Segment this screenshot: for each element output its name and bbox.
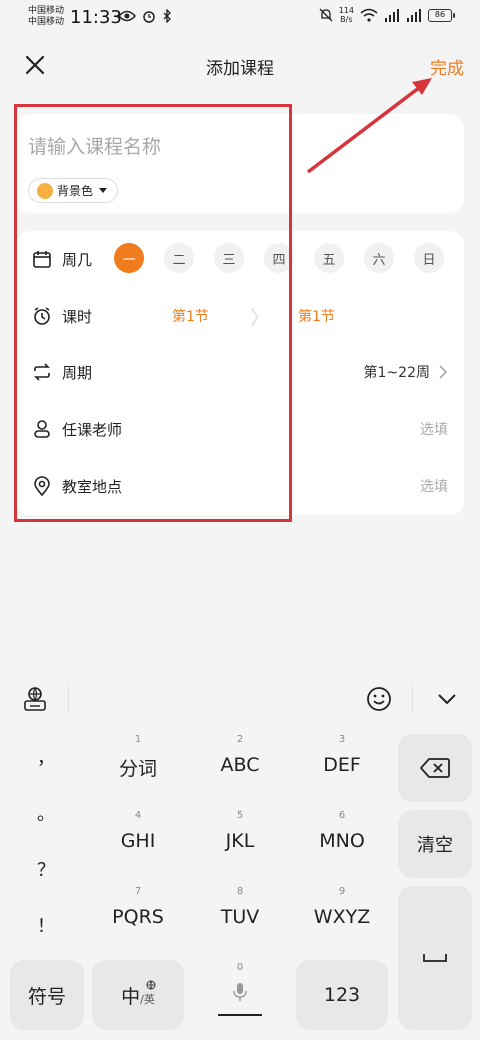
punct-exclaim-key[interactable]: ！ (24, 902, 68, 952)
chevron-right-icon (439, 365, 448, 379)
space-key[interactable]: 0 (194, 952, 286, 1030)
symbols-button[interactable]: 符号 (10, 960, 84, 1030)
key-8[interactable]: 8 TUV (194, 876, 286, 942)
key-label: MNO (319, 830, 365, 852)
key-label: GHI (120, 830, 156, 852)
punct-question-key[interactable]: ？ (24, 846, 68, 896)
key-num: 7 (134, 886, 142, 897)
toolbar-divider (68, 686, 69, 712)
clear-button[interactable]: 清空 (398, 810, 472, 878)
status-icons-right: 114 B/s 86 (319, 6, 455, 24)
bluetooth-icon (163, 9, 171, 23)
space-bar-line (218, 1014, 262, 1016)
toolbar-divider (412, 686, 413, 712)
status-time: 11:33 (70, 7, 122, 28)
enter-icon (423, 954, 447, 962)
key-num: 5 (236, 810, 244, 821)
alarm-icon (143, 11, 155, 23)
punct-comma-key[interactable]: ， (24, 734, 68, 784)
eye-icon (118, 10, 136, 22)
key-3[interactable]: 3 DEF (296, 724, 388, 790)
language-toggle-button[interactable]: 中 /英 (92, 960, 184, 1030)
enter-button[interactable] (398, 886, 472, 1030)
location-value[interactable]: 选填 (420, 476, 448, 496)
key-label: WXYZ (313, 906, 371, 928)
speed-unit: B/s (340, 15, 353, 24)
key-4[interactable]: 4 GHI (92, 800, 184, 866)
battery-indicator: 86 (428, 8, 455, 22)
page-title: 添加课程 (206, 59, 274, 79)
wifi-icon (360, 8, 378, 22)
key-num: 9 (338, 886, 346, 897)
key-6[interactable]: 6 MNO (296, 800, 388, 866)
key-num: 4 (134, 810, 142, 821)
network-speed: 114 B/s (339, 6, 354, 24)
microphone-icon (233, 983, 247, 1001)
key-label: PQRS (112, 906, 164, 928)
key-label: DEF (323, 754, 361, 776)
globe-icon (146, 980, 156, 990)
key-label: TUV (220, 906, 260, 928)
speed-value: 114 (338, 6, 354, 15)
done-button[interactable]: 完成 (430, 54, 464, 79)
lang-main-label: 中 (121, 985, 141, 1008)
key-2[interactable]: 2 ABC (194, 724, 286, 790)
key-num: 1 (134, 734, 142, 745)
key-num: 0 (236, 962, 244, 973)
period-end[interactable]: 第1节 (298, 306, 335, 326)
hide-keyboard-button[interactable] (432, 684, 462, 714)
key-7[interactable]: 7 PQRS (92, 876, 184, 942)
smiley-icon (367, 687, 391, 711)
carrier-2: 中国移动 (28, 17, 65, 27)
keyboard-toolbar (0, 674, 480, 724)
signal-icon-2 (407, 9, 421, 22)
teacher-value[interactable]: 选填 (420, 419, 448, 439)
chevron-down-icon (438, 694, 456, 705)
key-label: ABC (220, 754, 260, 776)
key-5[interactable]: 5 JKL (194, 800, 286, 866)
key-num: 3 (338, 734, 346, 745)
emoji-button[interactable] (364, 684, 394, 714)
key-num: 6 (338, 810, 346, 821)
status-icons-left (118, 9, 172, 23)
header: 添加课程 完成 (0, 40, 480, 92)
key-num: 2 (236, 734, 244, 745)
key-9[interactable]: 9 WXYZ (296, 876, 388, 942)
backspace-icon (419, 758, 450, 778)
lang-sub-label: /英 (140, 993, 155, 1006)
carrier-1: 中国移动 (28, 6, 65, 16)
carrier-info: 中国移动 中国移动 (28, 6, 64, 28)
key-1[interactable]: 1 分词 (92, 724, 184, 790)
numbers-button[interactable]: 123 (296, 960, 388, 1030)
signal-icon (385, 9, 399, 22)
annotation-highlight-box (14, 104, 292, 522)
day-sat[interactable]: 六 (364, 243, 394, 273)
key-num: 8 (236, 886, 244, 897)
day-sun[interactable]: 日 (414, 243, 444, 273)
status-bar: 中国移动 中国移动 11:33 114 B/s 86 (0, 0, 480, 36)
key-label: JKL (225, 830, 255, 852)
backspace-button[interactable] (398, 734, 472, 802)
mute-icon (319, 8, 333, 22)
punct-period-key[interactable]: 。 (24, 790, 68, 840)
keyboard-settings-button[interactable] (20, 684, 50, 714)
globe-keyboard-icon (24, 687, 46, 711)
day-fri[interactable]: 五 (314, 243, 344, 273)
key-label: 分词 (118, 758, 157, 780)
weeks-value[interactable]: 第1~22周 (364, 362, 430, 382)
